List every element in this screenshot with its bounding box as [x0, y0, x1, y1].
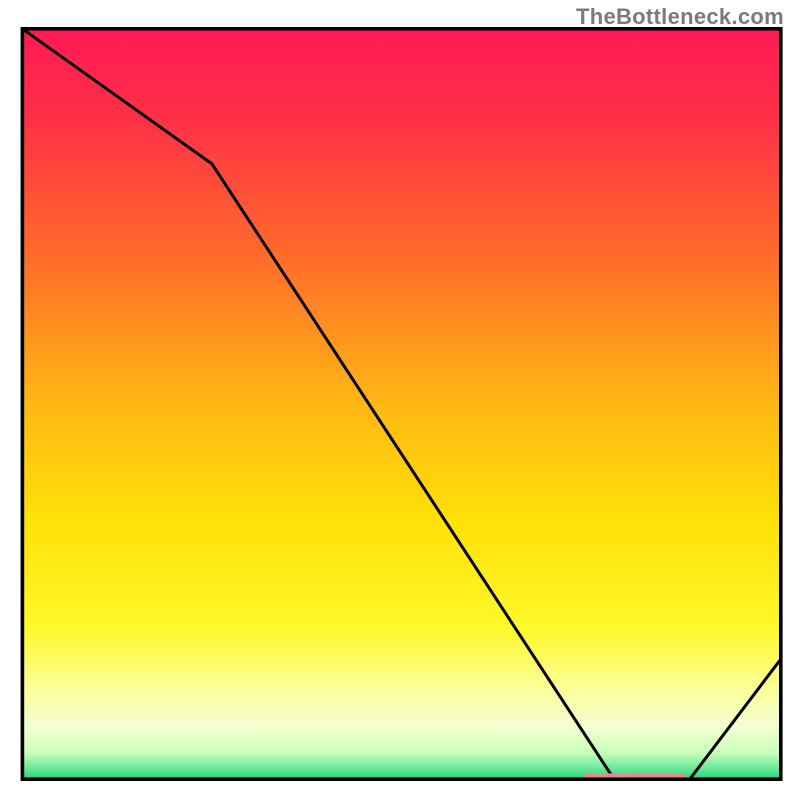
gradient-plot-area: [22, 29, 780, 779]
watermark-text: TheBottleneck.com: [576, 4, 784, 30]
bottleneck-chart: [0, 0, 800, 800]
chart-container: TheBottleneck.com: [0, 0, 800, 800]
